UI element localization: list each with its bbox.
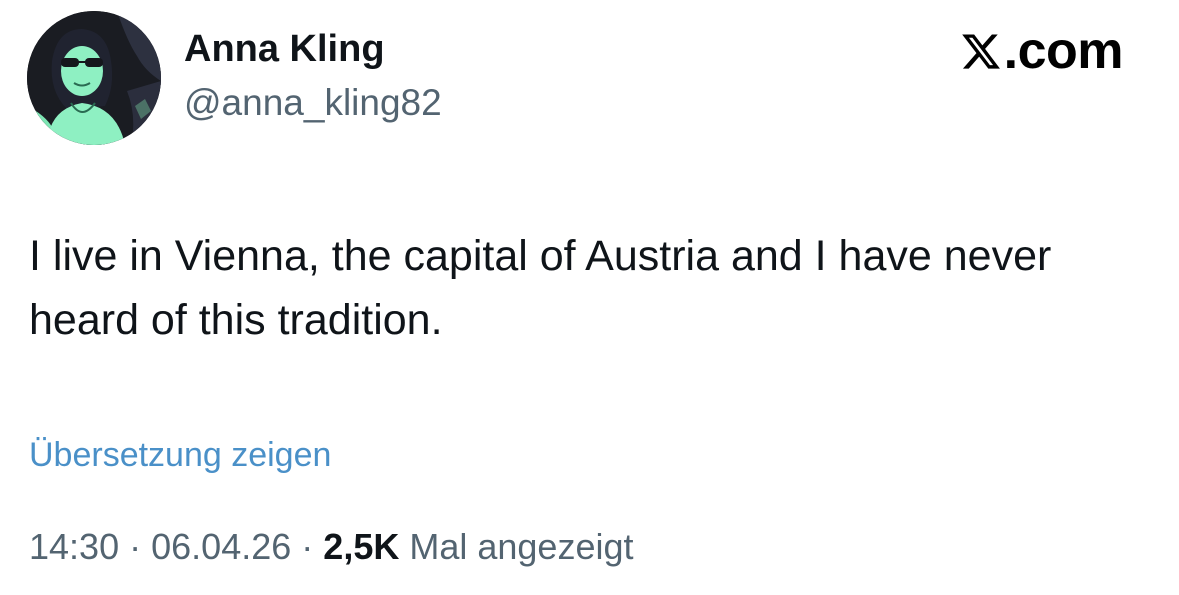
tweet-card: Anna Kling @anna_kling82 .com I live in … — [0, 0, 1179, 595]
user-handle[interactable]: @anna_kling82 — [184, 82, 442, 124]
brand-domain-text: .com — [1003, 22, 1124, 80]
tweet-text: I live in Vienna, the capital of Austria… — [29, 232, 1052, 344]
meta-separator: · — [129, 526, 142, 567]
show-translation-link[interactable]: Übersetzung zeigen — [29, 436, 331, 475]
x-com-brand: .com — [960, 22, 1124, 80]
views-count[interactable]: 2,5K — [323, 526, 399, 567]
tweet-metadata: 14:30 · 06.04.26 · 2,5K Mal angezeigt — [29, 526, 634, 568]
tweet-date[interactable]: 06.04.26 — [151, 526, 291, 567]
x-logo-icon — [961, 33, 1000, 69]
display-name[interactable]: Anna Kling — [184, 28, 385, 71]
avatar[interactable] — [27, 11, 161, 145]
avatar-photo-icon — [27, 11, 161, 145]
meta-separator: · — [301, 526, 314, 567]
tweet-time[interactable]: 14:30 — [29, 526, 119, 567]
views-label: Mal angezeigt — [409, 526, 634, 567]
